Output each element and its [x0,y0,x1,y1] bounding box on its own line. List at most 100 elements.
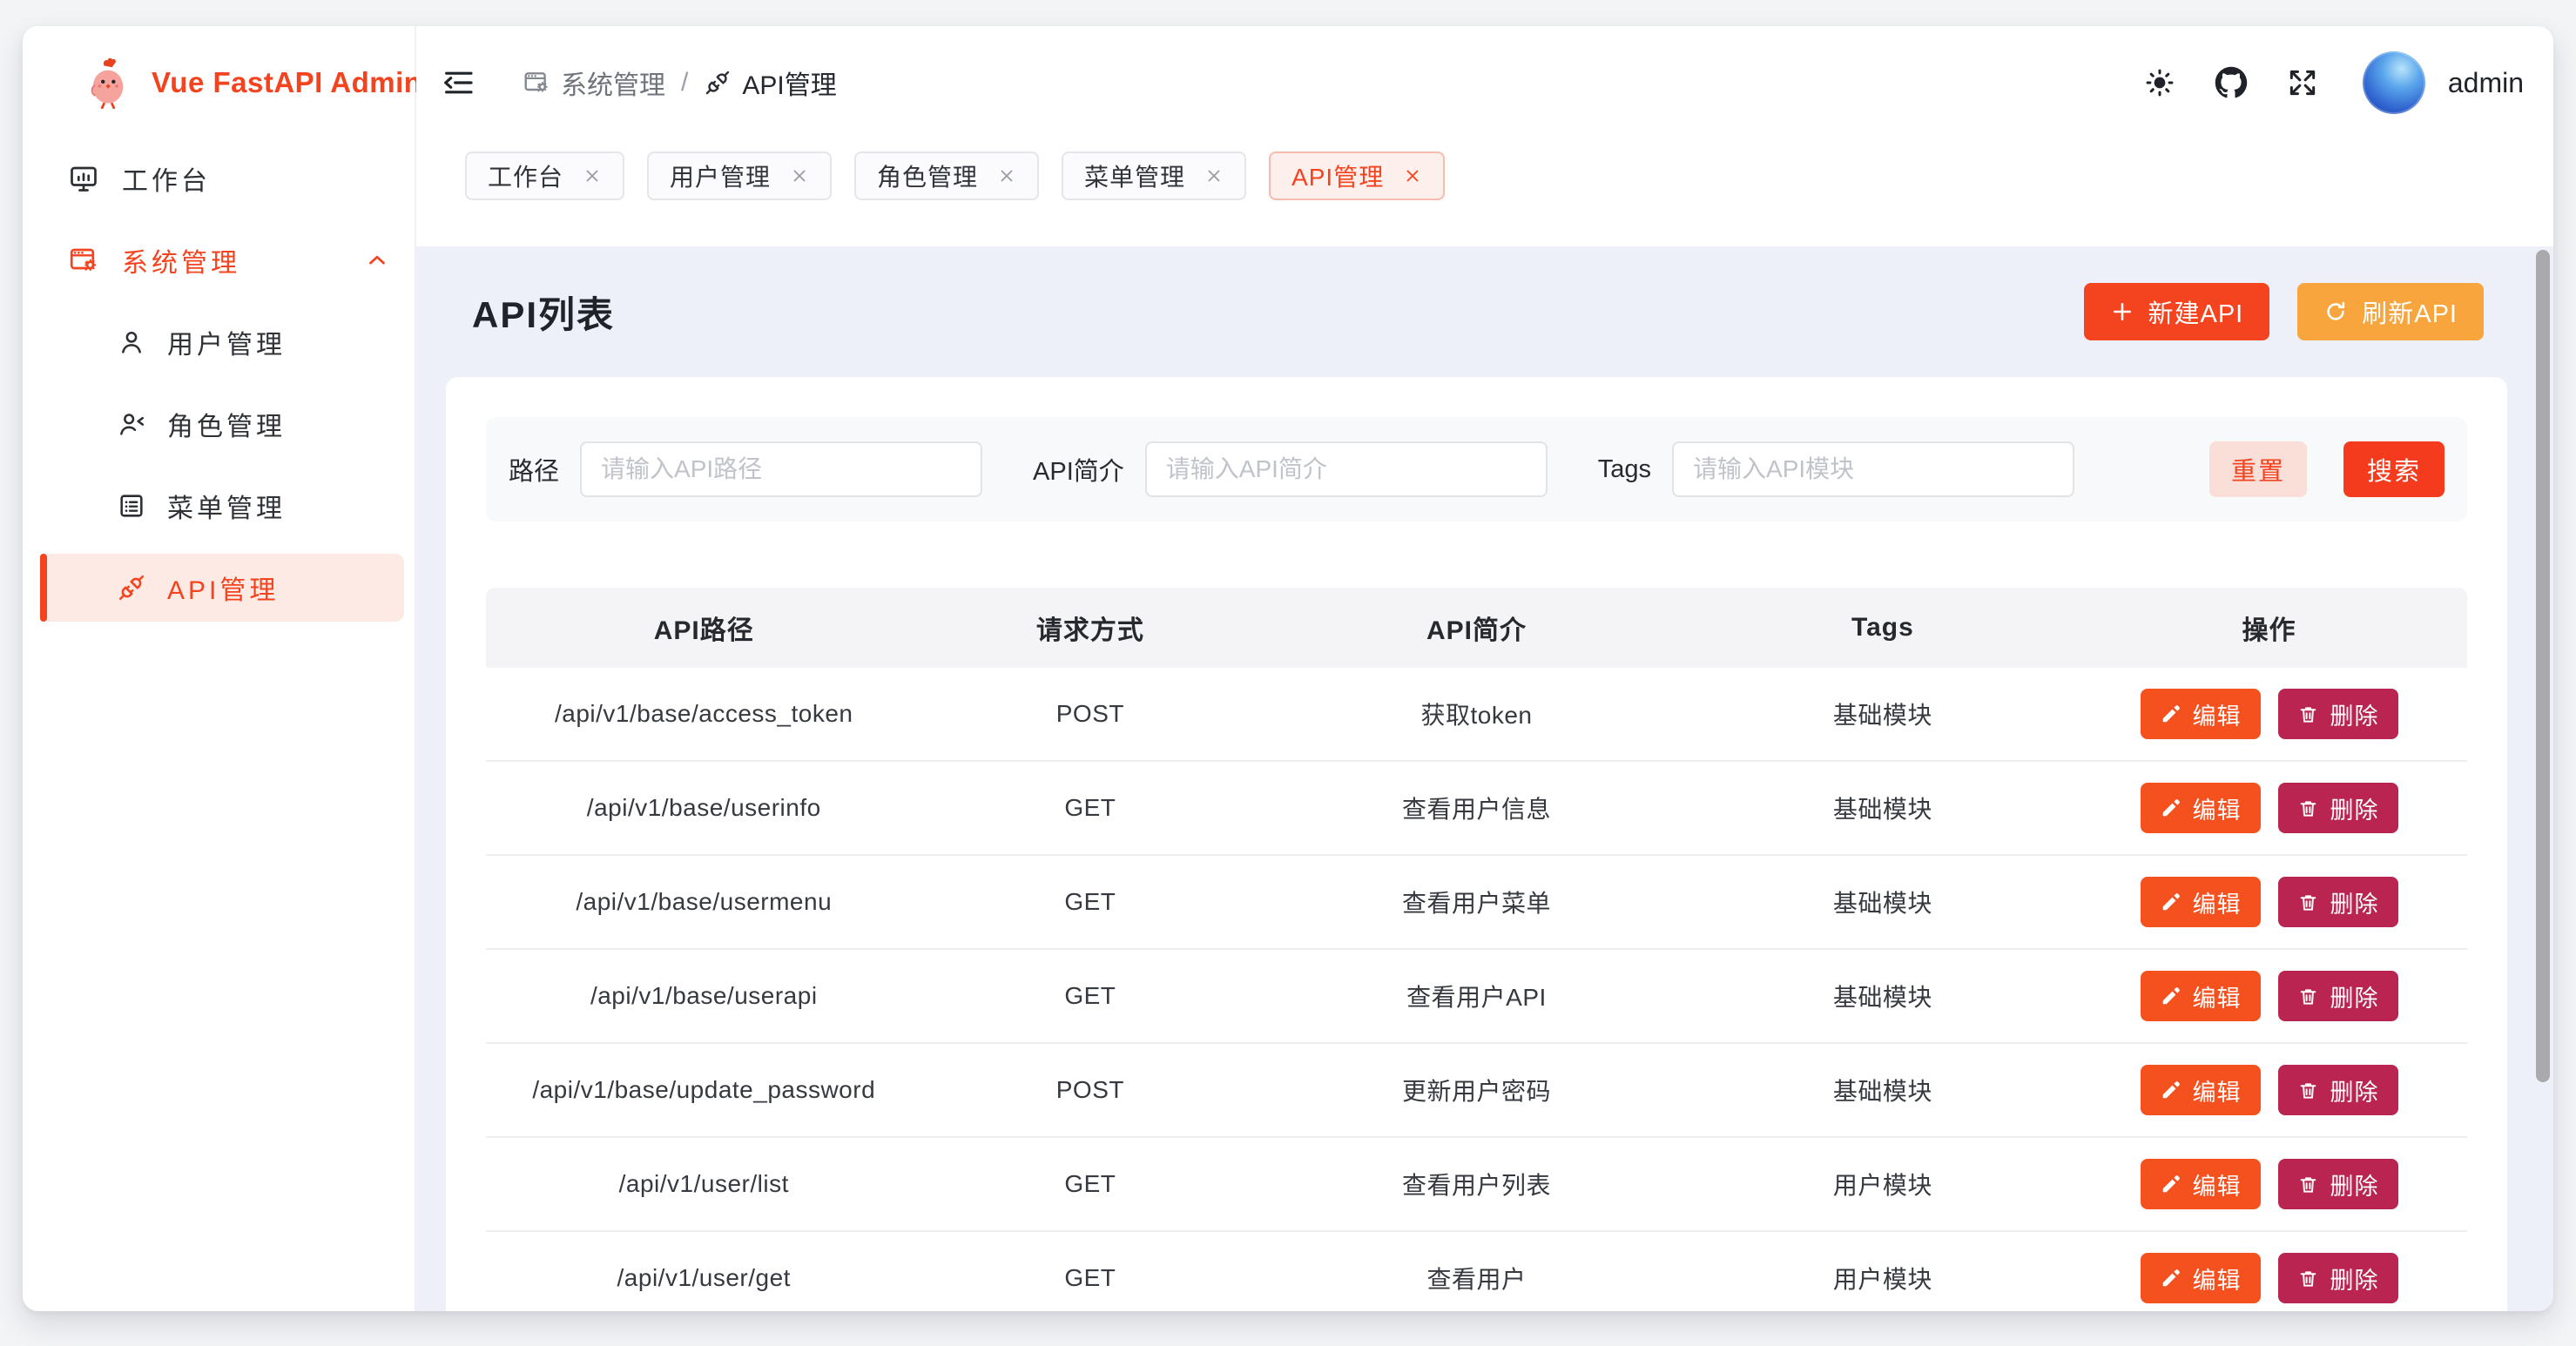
chick-logo-icon [84,57,132,109]
edit-label: 编辑 [2193,1168,2242,1201]
api-table: API路径 请求方式 API简介 Tags 操作 /api/v1/base/ac… [486,588,2467,1311]
delete-button[interactable]: 删除 [2278,971,2398,1021]
tab-close-icon[interactable] [997,166,1016,185]
cell-actions: 编辑 删除 [2071,689,2467,739]
sidebar-item-roles[interactable]: 角色管理 [23,390,415,458]
tab-menus[interactable]: 菜单管理 [1062,151,1246,200]
tab-bar: 工作台 用户管理 角色管理 菜单管理 API管理 [416,139,2553,246]
sidebar-item-label: 系统管理 [122,241,240,279]
path-filter-label: 路径 [509,451,559,488]
trash-icon [2297,1174,2319,1195]
breadcrumb-item-system[interactable]: 系统管理 [523,64,665,102]
tab-api[interactable]: API管理 [1269,151,1445,200]
tab-close-icon[interactable] [1204,166,1224,185]
delete-label: 删除 [2330,1262,2379,1296]
table-header-row: API路径 请求方式 API简介 Tags 操作 [486,588,2467,668]
delete-button[interactable]: 删除 [2278,783,2398,833]
delete-button[interactable]: 删除 [2278,877,2398,927]
sidebar-item-label: 用户管理 [167,323,286,361]
cell-method: GET [922,794,1259,822]
sidebar-collapse-button[interactable] [441,65,475,100]
tab-label: 工作台 [488,158,563,193]
filter-summary-group: API简介 [1033,441,1548,497]
delete-label: 删除 [2330,979,2379,1013]
sun-icon [2143,66,2176,99]
delete-button[interactable]: 删除 [2278,689,2398,739]
sidebar-item-workbench[interactable]: 工作台 [23,145,415,212]
edit-button[interactable]: 编辑 [2141,1065,2261,1115]
search-button[interactable]: 搜索 [2343,441,2445,497]
sidebar-item-api[interactable]: API管理 [40,554,404,622]
breadcrumb-separator: / [681,68,688,98]
cell-method: GET [922,1170,1259,1198]
tab-roles[interactable]: 角色管理 [854,151,1039,200]
breadcrumb: 系统管理 / API管理 [523,64,837,102]
edit-button[interactable]: 编辑 [2141,1159,2261,1209]
tab-workbench[interactable]: 工作台 [465,151,624,200]
tab-close-icon[interactable] [790,166,809,185]
edit-button[interactable]: 编辑 [2141,1253,2261,1303]
create-api-label: 新建API [2148,293,2244,330]
pencil-icon [2160,892,2182,913]
github-link-button[interactable] [2215,66,2248,99]
summary-filter-input[interactable] [1145,441,1548,497]
app-title: Vue FastAPI Admin [152,66,421,99]
sidebar-item-label: 角色管理 [167,405,286,443]
delete-button[interactable]: 删除 [2278,1253,2398,1303]
table-row: /api/v1/user/list GET 查看用户列表 用户模块 编辑 删除 [486,1138,2467,1232]
cell-summary: 更新用户密码 [1258,1073,1695,1107]
trash-icon [2297,1080,2319,1101]
cell-path: /api/v1/base/userinfo [486,794,922,822]
trash-icon [2297,1268,2319,1289]
refresh-icon [2323,299,2348,324]
user-icon [117,327,146,357]
top-bar: 系统管理 / API管理 admin [416,26,2553,139]
trash-icon [2297,892,2319,913]
column-header-tags: Tags [1695,613,2071,643]
delete-button[interactable]: 删除 [2278,1159,2398,1209]
breadcrumb-item-api[interactable]: API管理 [704,64,836,102]
cell-summary: 查看用户 [1258,1261,1695,1296]
page-title: API列表 [472,286,615,339]
edit-button[interactable]: 编辑 [2141,877,2261,927]
reset-button[interactable]: 重置 [2209,441,2307,497]
sidebar-item-menus[interactable]: 菜单管理 [23,472,415,540]
theme-toggle-button[interactable] [2143,66,2176,99]
cell-method: GET [922,982,1259,1010]
cell-summary: 查看用户API [1258,979,1695,1013]
content-area: API列表 新建API 刷新API 路径 [416,246,2553,1311]
path-filter-input[interactable] [580,441,982,497]
app-window: Vue FastAPI Admin 工作台 系统管理 用户管理 角色管理 [23,26,2553,1311]
edit-button[interactable]: 编辑 [2141,783,2261,833]
cell-path: /api/v1/user/get [486,1264,922,1292]
edit-label: 编辑 [2193,1073,2242,1107]
tab-users[interactable]: 用户管理 [647,151,832,200]
tab-close-icon[interactable] [583,166,602,185]
system-window-gear-icon [68,245,99,276]
cell-path: /api/v1/base/usermenu [486,888,922,916]
delete-button[interactable]: 删除 [2278,1065,2398,1115]
user-name[interactable]: admin [2448,67,2524,99]
tags-filter-input[interactable] [1672,441,2074,497]
edit-button[interactable]: 编辑 [2141,689,2261,739]
user-avatar[interactable] [2363,51,2425,114]
vertical-scrollbar-thumb[interactable] [2536,250,2550,1082]
sidebar-item-system[interactable]: 系统管理 [23,226,415,294]
cell-actions: 编辑 删除 [2071,1253,2467,1303]
plus-icon [2110,299,2134,324]
app-logo[interactable]: Vue FastAPI Admin [23,26,415,139]
page-header: API列表 新建API 刷新API [416,246,2553,377]
filter-bar: 路径 API简介 Tags 重置 搜索 [486,417,2467,522]
edit-button[interactable]: 编辑 [2141,971,2261,1021]
edit-label: 编辑 [2193,1262,2242,1296]
cell-tags: 基础模块 [1695,697,2071,731]
tab-label: 用户管理 [670,158,771,193]
cell-tags: 用户模块 [1695,1167,2071,1201]
fullscreen-button[interactable] [2286,66,2319,99]
tab-close-icon[interactable] [1403,166,1422,185]
create-api-button[interactable]: 新建API [2084,283,2270,340]
edit-label: 编辑 [2193,885,2242,919]
refresh-api-label: 刷新API [2362,293,2458,330]
sidebar-item-users[interactable]: 用户管理 [23,308,415,376]
refresh-api-button[interactable]: 刷新API [2297,283,2484,340]
